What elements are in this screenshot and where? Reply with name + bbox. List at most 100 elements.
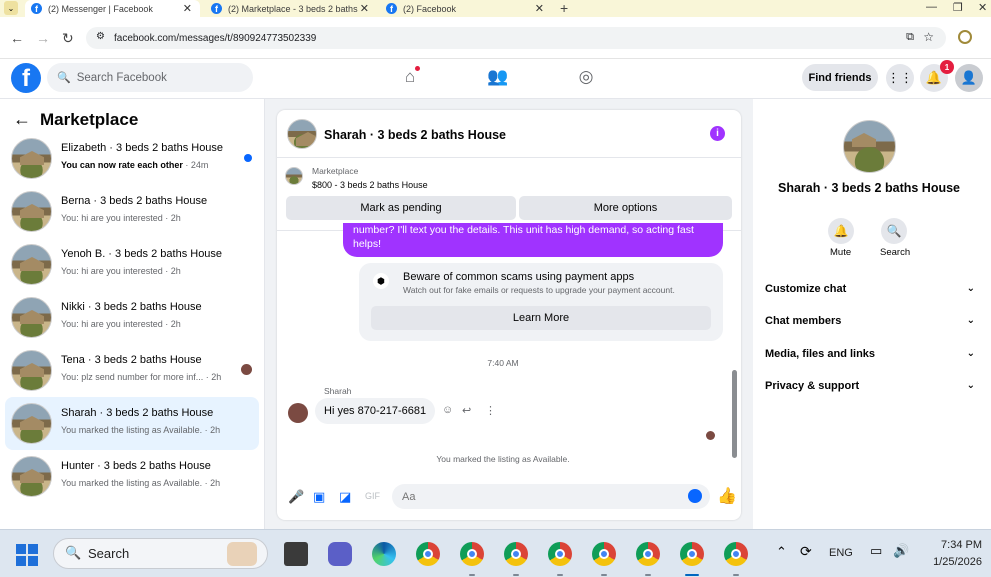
volume-icon[interactable]: 🔊 [893,543,909,559]
running-indicator [557,574,563,576]
close-tab-icon[interactable]: ✕ [183,2,192,15]
chrome-profile-icon[interactable] [636,542,660,566]
clock-time: 7:34 PM [941,539,982,551]
more-options-button[interactable]: More options [519,196,732,220]
chat-avatar[interactable] [287,119,317,149]
unread-dot [244,154,252,162]
chevron-down-icon: ⌄ [966,348,975,359]
facebook-favicon-icon: f [211,3,222,14]
browser-tab-facebook[interactable]: f (2) Facebook ✕ [380,0,552,17]
browser-tab-marketplace[interactable]: f (2) Marketplace - 3 beds 2 baths ✕ [205,0,377,17]
listing-price-title[interactable]: $800 - 3 beds 2 baths House [312,180,428,190]
chrome-profile-icon[interactable] [504,542,528,566]
show-hidden-icons-chevron-icon[interactable]: ⌃ [776,544,787,560]
menu-grid-icon[interactable]: ⋮⋮ [886,64,914,92]
chrome-profile-icon[interactable] [460,542,484,566]
network-icon[interactable]: ▭ [870,543,882,559]
reload-icon[interactable]: ↻ [62,30,74,47]
sender-avatar[interactable] [288,403,308,423]
groups-icon[interactable]: ◎ [575,67,597,89]
bookmark-star-icon[interactable]: ☆ [923,30,934,44]
conversation-item[interactable]: Elizabeth · 3 beds 2 baths House You can… [5,132,259,185]
conversation-item[interactable]: Nikki · 3 beds 2 baths House You: hi are… [5,291,259,344]
chat-profile-image[interactable] [843,120,896,173]
learn-more-button[interactable]: Learn More [371,306,711,330]
chrome-profile-icon[interactable] [548,542,572,566]
back-arrow-icon[interactable]: ← [13,109,31,130]
incoming-message-bubble[interactable]: Hi yes 870-217-6681 [315,398,436,424]
info-icon[interactable]: i [710,126,725,141]
conversation-snippet: You: hi are you interested · 2h [61,266,181,276]
minimize-icon[interactable]: — [926,1,937,13]
mark-as-pending-button[interactable]: Mark as pending [286,196,516,220]
teams-icon[interactable] [328,542,352,566]
emoji-icon[interactable] [688,489,702,503]
scam-warning-card: ⬢ Beware of common scams using payment a… [359,263,723,341]
task-view-icon[interactable] [284,542,308,566]
mute-bell-icon[interactable]: 🔔 [828,218,854,244]
sticker-icon[interactable]: ◪ [339,489,351,505]
listing-thumbnail [11,244,52,285]
conversation-snippet: You can now rate each other · 24m [61,160,209,170]
cast-icon[interactable]: ⧉ [906,31,914,44]
chrome-icon[interactable] [416,542,440,566]
chat-scrollbar-thumb[interactable] [732,370,737,458]
find-friends-button[interactable]: Find friends [802,64,878,91]
conversation-snippet: You marked the listing as Available. · 2… [61,478,221,488]
restore-icon[interactable]: ❐ [953,1,963,14]
sync-icon[interactable]: ⟳ [800,543,812,560]
search-label: Search [880,247,911,258]
edge-icon[interactable] [372,542,396,566]
new-tab-icon[interactable]: + [560,0,568,16]
conversation-item-selected[interactable]: Sharah · 3 beds 2 baths House You marked… [5,397,259,450]
message-input[interactable] [392,484,710,509]
taskbar-search-input[interactable]: 🔍 Search [53,538,268,569]
close-tab-icon[interactable]: ✕ [535,2,544,15]
listing-thumbnail [11,350,52,391]
system-message: You marked the listing as Available. [436,454,570,464]
search-in-chat-icon[interactable]: 🔍 [881,218,907,244]
thumbs-up-icon[interactable]: 👍 [717,486,737,506]
listing-thumbnail [11,191,52,232]
url-field[interactable]: ⚙ facebook.com/messages/t/89092477350233… [86,27,946,49]
close-tab-icon[interactable]: ✕ [360,2,369,15]
privacy-support-row[interactable]: Privacy & support ⌄ [765,380,975,402]
running-indicator [645,574,651,576]
microphone-icon[interactable]: 🎤 [288,489,304,505]
conversation-item[interactable]: Berna · 3 beds 2 baths House You: hi are… [5,185,259,238]
search-icon: 🔍 [57,72,71,84]
reply-icon[interactable]: ↩ [462,404,471,417]
react-emoji-icon[interactable]: ☺ [442,404,453,416]
profile-icon[interactable] [958,30,972,44]
chrome-profile-icon[interactable] [592,542,616,566]
browser-tab-messenger[interactable]: f (2) Messenger | Facebook ✕ [25,0,200,17]
system-clock[interactable]: 7:34 PM 1/25/2026 [922,537,982,571]
conversation-item[interactable]: Tena · 3 beds 2 baths House You: plz sen… [5,344,259,397]
conversation-sidebar: ← Marketplace Elizabeth · 3 beds 2 baths… [0,99,265,529]
more-actions-icon[interactable]: ⋮ [485,404,496,417]
media-files-links-row[interactable]: Media, files and links ⌄ [765,348,975,370]
account-avatar[interactable]: 👤 [955,64,983,92]
close-window-icon[interactable]: ✕ [978,1,987,14]
start-windows-icon[interactable] [16,544,38,566]
back-icon[interactable]: ← [10,30,24,46]
chat-details-panel: Sharah · 3 beds 2 baths House 🔔 Mute 🔍 S… [753,110,991,520]
home-icon[interactable]: ⌂ [399,66,421,89]
language-indicator[interactable]: ENG [829,547,853,559]
chrome-profile-icon[interactable] [724,542,748,566]
friends-icon[interactable]: 👥 [487,67,509,89]
customize-chat-row[interactable]: Customize chat ⌄ [765,283,975,305]
facebook-search-input[interactable]: 🔍 Search Facebook [47,63,253,92]
photo-icon[interactable]: ▣ [313,489,325,505]
conversation-item[interactable]: Hunter · 3 beds 2 baths House You marked… [5,450,259,503]
facebook-logo-icon[interactable]: f [11,63,41,93]
chat-members-row[interactable]: Chat members ⌄ [765,315,975,337]
site-info-icon[interactable]: ⚙ [96,31,105,42]
tab-search-menu-icon[interactable]: ⌄ [4,1,18,15]
chat-title[interactable]: Sharah · 3 beds 2 baths House [324,128,506,142]
outgoing-message-bubble: number? I'll text you the details. This … [343,223,723,257]
conversation-item[interactable]: Yenoh B. · 3 beds 2 baths House You: hi … [5,238,259,291]
chrome-profile-icon-active[interactable] [680,542,704,566]
forward-icon[interactable]: → [36,30,50,46]
gif-icon[interactable]: GIF [365,491,380,501]
